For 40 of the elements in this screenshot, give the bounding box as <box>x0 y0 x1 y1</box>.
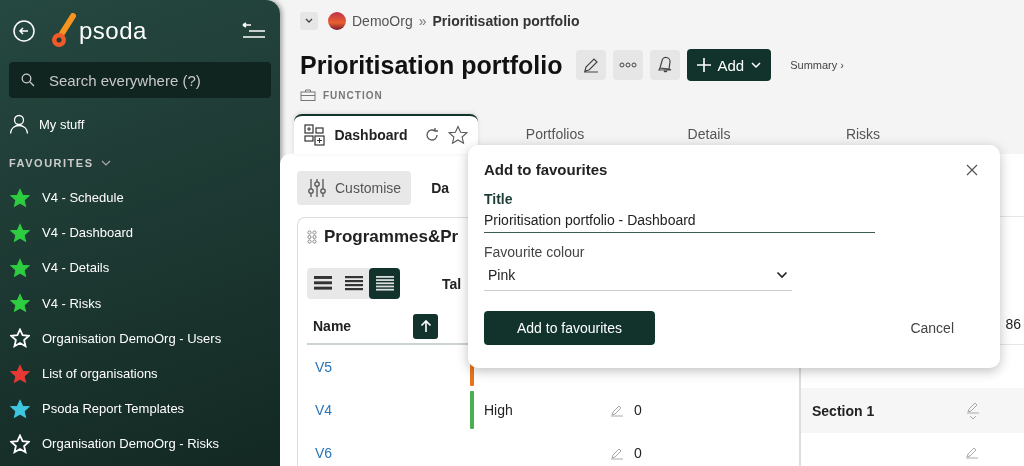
tab[interactable]: Dashboard <box>294 114 478 154</box>
table-cell[interactable]: V6 <box>315 444 470 461</box>
breadcrumb-separator: » <box>418 13 427 29</box>
page-title: Prioritisation portfolio <box>300 50 563 80</box>
colour-select[interactable]: Pink <box>484 260 792 291</box>
table-cell: 0 <box>634 401 642 418</box>
view-tab[interactable]: Da <box>431 180 450 196</box>
favourite-link[interactable]: V4 - Details <box>42 260 110 276</box>
section-label: Section 1 <box>812 402 875 419</box>
favourite-link[interactable]: Organisation DemoOrg - Risks <box>42 436 219 452</box>
column-header[interactable]: Name <box>313 318 413 334</box>
breadcrumb-link[interactable]: DemoOrg <box>352 13 413 29</box>
table-cell[interactable]: V5 <box>315 358 470 375</box>
cancel-button[interactable]: Cancel <box>910 320 954 336</box>
field-label: Title <box>484 191 513 207</box>
search-field[interactable]: Search everywhere (?) <box>9 62 271 98</box>
type-label: FUNCTION <box>323 89 383 101</box>
favourite-link[interactable]: Psoda Report Templates <box>42 401 185 417</box>
section-heading: FAVOURITES <box>9 157 94 169</box>
search-input[interactable]: Search everywhere (?) <box>47 70 259 90</box>
add-to-favourites-button[interactable]: Add to favourites <box>484 311 655 345</box>
table-cell[interactable]: V4 <box>315 401 470 418</box>
breadcrumb-current: Prioritisation portfolio <box>432 13 580 29</box>
summary-link[interactable]: Summary › <box>790 59 844 71</box>
table-cell: 86 <box>1005 316 1021 332</box>
logo-text: psoda <box>79 17 147 45</box>
favourite-link[interactable]: V4 - Dashboard <box>42 225 134 241</box>
customise-button[interactable]: Customise <box>297 171 412 205</box>
table-cell: High <box>484 401 513 418</box>
field-label: Favourite colour <box>484 244 585 260</box>
table-cell: 0 <box>634 444 642 461</box>
my-stuff-link[interactable]: My stuff <box>39 116 85 132</box>
widget-title: Programmes&Pr <box>324 227 459 247</box>
favourite-link[interactable]: List of organisations <box>42 366 158 382</box>
favourite-link[interactable]: V4 - Risks <box>42 295 102 311</box>
table-tab[interactable]: Tal <box>442 275 462 292</box>
favourite-link[interactable]: V4 - Schedule <box>42 190 124 206</box>
add-button[interactable]: Add <box>686 49 772 81</box>
favourite-link[interactable]: Organisation DemoOrg - Users <box>42 330 222 346</box>
dialog-title: Add to favourites <box>484 161 608 178</box>
